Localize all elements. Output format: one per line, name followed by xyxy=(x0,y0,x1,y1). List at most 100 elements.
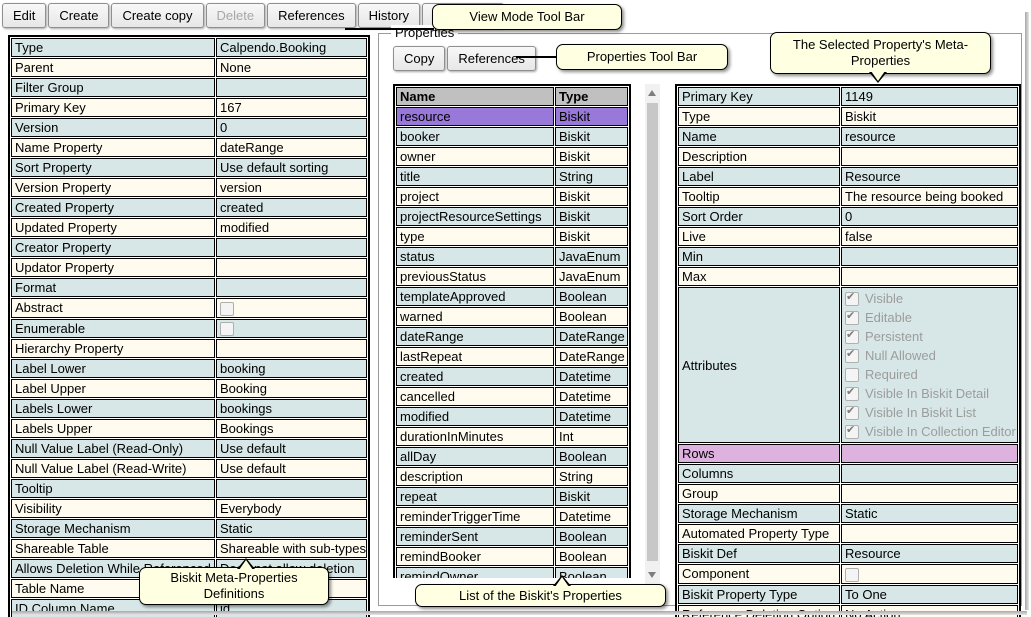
row-label: Description xyxy=(678,147,840,166)
property-name: status xyxy=(396,247,554,266)
row-label: Updated Property xyxy=(11,218,215,237)
checkbox-label: Persistent xyxy=(865,329,923,344)
property-list-row[interactable]: allDayBoolean xyxy=(396,447,628,466)
property-list-row[interactable]: lastRepeatDateRange xyxy=(396,347,628,366)
delete-button: Delete xyxy=(206,3,266,28)
callout-properties-toolbar: Properties Tool Bar xyxy=(556,44,728,70)
property-list-row[interactable]: warnedBoolean xyxy=(396,307,628,326)
table-row: Abstract xyxy=(11,298,367,318)
row-value xyxy=(216,78,367,97)
property-list-row[interactable]: cancelledDatetime xyxy=(396,387,628,406)
property-type: Biskit xyxy=(555,227,628,246)
properties-references-button[interactable]: References xyxy=(447,46,535,71)
row-label: Biskit Property Type xyxy=(678,585,840,604)
table-row: Creator Property xyxy=(11,238,367,257)
screenshot-shadow xyxy=(12,611,1027,615)
property-name: repeat xyxy=(396,487,554,506)
row-value: Use default xyxy=(216,439,367,458)
row-value xyxy=(841,444,1018,463)
row-value: Shareable with sub-types xyxy=(216,539,367,558)
scrollbar-thumb[interactable] xyxy=(647,103,658,561)
table-row: TypeCalpendo.Booking xyxy=(11,38,367,57)
column-header-type[interactable]: Type xyxy=(555,87,628,106)
table-row: Primary Key1149 xyxy=(678,87,1018,106)
scroll-down-icon[interactable] xyxy=(648,572,656,578)
property-type: Biskit xyxy=(555,487,628,506)
property-list-row[interactable]: templateApprovedBoolean xyxy=(396,287,628,306)
callout-connector-line xyxy=(345,28,434,30)
row-value xyxy=(216,339,367,358)
property-list-row[interactable]: ownerBiskit xyxy=(396,147,628,166)
scroll-up-icon[interactable] xyxy=(648,90,656,96)
row-value xyxy=(841,147,1018,166)
callout-text: The Selected Property's Meta-Properties xyxy=(777,37,984,69)
property-list-row[interactable]: projectResourceSettingsBiskit xyxy=(396,207,628,226)
property-list-row[interactable]: reminderTriggerTimeDatetime xyxy=(396,507,628,526)
property-list-row[interactable]: titleString xyxy=(396,167,628,186)
edit-button[interactable]: Edit xyxy=(2,3,46,28)
row-label: Attributes xyxy=(678,287,840,443)
property-list-row[interactable]: bookerBiskit xyxy=(396,127,628,146)
property-type: Boolean xyxy=(555,287,628,306)
property-type: Biskit xyxy=(555,207,628,226)
property-list-row[interactable]: statusJavaEnum xyxy=(396,247,628,266)
property-type: JavaEnum xyxy=(555,247,628,266)
property-type: Int xyxy=(555,427,628,446)
create-button[interactable]: Create xyxy=(48,3,109,28)
create-copy-button[interactable]: Create copy xyxy=(111,3,203,28)
copy-button[interactable]: Copy xyxy=(393,46,445,71)
property-list-row[interactable]: previousStatusJavaEnum xyxy=(396,267,628,286)
table-row: Format xyxy=(11,278,367,297)
property-list-row[interactable]: dateRangeDateRange xyxy=(396,327,628,346)
property-list-row[interactable]: createdDatetime xyxy=(396,367,628,386)
table-row: TooltipThe resource being booked xyxy=(678,187,1018,206)
row-value xyxy=(841,247,1018,266)
property-type: Boolean xyxy=(555,547,628,566)
row-label: Visibility xyxy=(11,499,215,518)
property-list-row[interactable]: remindBookerBoolean xyxy=(396,547,628,566)
row-value: bookings xyxy=(216,399,367,418)
row-label: Sort Property xyxy=(11,158,215,177)
callout-text: Biskit Meta-Properties Definitions xyxy=(146,570,322,602)
table-row: Storage MechanismStatic xyxy=(678,504,1018,523)
row-value: Use default xyxy=(216,459,367,478)
property-name: description xyxy=(396,467,554,486)
property-list-row[interactable]: remindOwnerBoolean xyxy=(396,567,628,578)
column-header-name[interactable]: Name xyxy=(396,87,554,106)
row-value: version xyxy=(216,178,367,197)
table-row: Nameresource xyxy=(678,127,1018,146)
row-label: Version Property xyxy=(11,178,215,197)
table-row: Null Value Label (Read-Only)Use default xyxy=(11,439,367,458)
biskit-meta-table: TypeCalpendo.BookingParentNoneFilter Gro… xyxy=(8,35,370,617)
row-value xyxy=(216,238,367,257)
checkbox-label: Editable xyxy=(865,310,912,325)
scrollbar[interactable] xyxy=(645,84,660,584)
property-list-row[interactable]: typeBiskit xyxy=(396,227,628,246)
row-value: 0 xyxy=(841,207,1018,226)
row-value xyxy=(841,564,1018,584)
row-label: Tooltip xyxy=(11,479,215,498)
checkbox-icon xyxy=(220,322,234,336)
property-list-row[interactable]: resourceBiskit xyxy=(396,107,628,126)
property-list-row[interactable]: repeatBiskit xyxy=(396,487,628,506)
callout-text: List of the Biskit's Properties xyxy=(459,588,622,604)
table-row: Version0 xyxy=(11,118,367,137)
property-list-row[interactable]: projectBiskit xyxy=(396,187,628,206)
table-row: Max xyxy=(678,267,1018,286)
table-row: Biskit DefResource xyxy=(678,544,1018,563)
property-list-row[interactable]: modifiedDatetime xyxy=(396,407,628,426)
callout-biskit-meta: Biskit Meta-Properties Definitions xyxy=(139,567,329,605)
checkbox-label: Required xyxy=(865,367,918,382)
references-button[interactable]: References xyxy=(267,3,355,28)
property-list-row[interactable]: descriptionString xyxy=(396,467,628,486)
row-label: Storage Mechanism xyxy=(678,504,840,523)
row-value: created xyxy=(216,198,367,217)
property-list-row[interactable]: reminderSentBoolean xyxy=(396,527,628,546)
property-name: projectResourceSettings xyxy=(396,207,554,226)
checkbox-icon xyxy=(845,368,859,382)
callout-text: View Mode Tool Bar xyxy=(469,9,584,25)
property-name: previousStatus xyxy=(396,267,554,286)
property-list-row[interactable]: durationInMinutesInt xyxy=(396,427,628,446)
table-row: AttributesVisibleEditablePersistentNull … xyxy=(678,287,1018,443)
properties-list-table: Name Type resourceBiskitbookerBiskitowne… xyxy=(393,84,631,578)
